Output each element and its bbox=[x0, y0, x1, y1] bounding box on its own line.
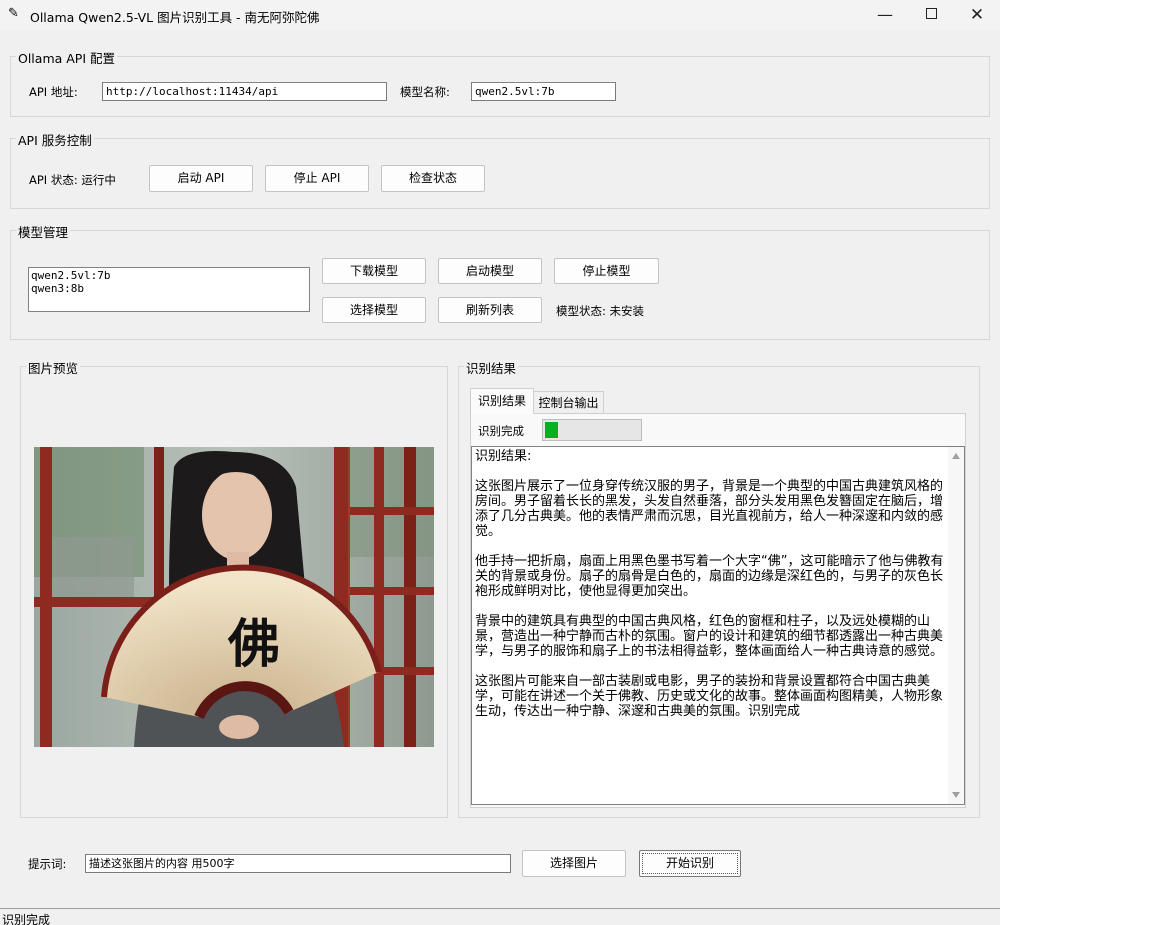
result-paragraph: 这张图片展示了一位身穿传统汉服的男子，背景是一个典型的中国古典建筑风格的房间。男… bbox=[475, 479, 944, 539]
result-text: 识别结果: 这张图片展示了一位身穿传统汉服的男子，背景是一个典型的中国古典建筑风… bbox=[475, 449, 945, 734]
start-api-button[interactable]: 启动 API bbox=[149, 165, 253, 192]
api-url-input[interactable]: http://localhost:11434/api bbox=[102, 82, 387, 101]
model-status-text: 模型状态: 未安装 bbox=[556, 304, 645, 318]
maximize-icon bbox=[925, 8, 937, 19]
model-name-input[interactable]: qwen2.5vl:7b bbox=[471, 82, 616, 101]
stop-api-button[interactable]: 停止 API bbox=[265, 165, 369, 192]
preview-title: 图片预览 bbox=[26, 358, 81, 377]
start-model-button[interactable]: 启动模型 bbox=[438, 258, 542, 284]
api-status-text: API 状态: 运行中 bbox=[29, 173, 116, 187]
preview-image: 佛 bbox=[34, 447, 434, 747]
model-title: 模型管理 bbox=[16, 222, 71, 241]
result-paragraph: 他手持一把折扇，扇面上用黑色墨书写着一个大字“佛”，这可能暗示了他与佛教有关的背… bbox=[475, 554, 944, 599]
service-title: API 服务控制 bbox=[16, 130, 94, 149]
result-heading: 识别结果: bbox=[475, 449, 532, 464]
check-status-button[interactable]: 检查状态 bbox=[381, 165, 485, 192]
tab-result[interactable]: 识别结果 bbox=[470, 388, 534, 414]
progress-label: 识别完成 bbox=[478, 424, 524, 438]
result-textarea[interactable]: 识别结果: 这张图片展示了一位身穿传统汉服的男子，背景是一个典型的中国古典建筑风… bbox=[471, 446, 965, 805]
model-name-label: 模型名称: bbox=[400, 85, 450, 99]
select-model-button[interactable]: 选择模型 bbox=[322, 297, 426, 323]
fan-calligraphy: 佛 bbox=[227, 614, 280, 675]
feather-icon: ✎ bbox=[8, 6, 19, 21]
window-title: Ollama Qwen2.5-VL 图片识别工具 - 南无阿弥陀佛 bbox=[30, 10, 320, 25]
refresh-list-button[interactable]: 刷新列表 bbox=[438, 297, 542, 323]
model-list-item[interactable]: qwen3:8b bbox=[31, 282, 307, 295]
progress-fill bbox=[545, 422, 558, 438]
scroll-down-icon[interactable] bbox=[952, 792, 960, 798]
result-paragraph: 这张图片可能来自一部古装剧或电影，男子的装扮和背景设置都符合中国古典美学，可能在… bbox=[475, 674, 944, 719]
maximize-button[interactable] bbox=[908, 0, 954, 30]
app-window: ✎ Ollama Qwen2.5-VL 图片识别工具 - 南无阿弥陀佛 — ✕ … bbox=[0, 0, 1000, 925]
select-image-button[interactable]: 选择图片 bbox=[522, 850, 626, 877]
prompt-label: 提示词: bbox=[28, 857, 67, 871]
minimize-button[interactable]: — bbox=[862, 0, 908, 30]
status-bar: 识别完成 bbox=[0, 908, 1000, 925]
api-url-label: API 地址: bbox=[29, 85, 78, 99]
close-button[interactable]: ✕ bbox=[954, 0, 1000, 30]
api-config-title: Ollama API 配置 bbox=[16, 48, 118, 67]
title-bar: ✎ Ollama Qwen2.5-VL 图片识别工具 - 南无阿弥陀佛 — ✕ bbox=[0, 0, 1000, 30]
result-title: 识别结果 bbox=[464, 358, 519, 377]
download-model-button[interactable]: 下载模型 bbox=[322, 258, 426, 284]
prompt-input[interactable]: 描述这张图片的内容 用500字 bbox=[85, 854, 511, 873]
stop-model-button[interactable]: 停止模型 bbox=[554, 258, 659, 284]
result-paragraph: 背景中的建筑具有典型的中国古典风格，红色的窗框和柱子，以及远处模糊的山景，营造出… bbox=[475, 614, 944, 659]
progress-bar bbox=[542, 419, 642, 441]
scroll-up-icon[interactable] bbox=[952, 453, 960, 459]
tab-console[interactable]: 控制台输出 bbox=[533, 391, 604, 414]
start-recognition-button[interactable]: 开始识别 bbox=[639, 850, 741, 877]
status-text: 识别完成 bbox=[2, 913, 51, 925]
model-listbox[interactable]: qwen2.5vl:7b qwen3:8b bbox=[28, 267, 310, 312]
result-scrollbar[interactable] bbox=[948, 447, 964, 804]
model-list-item[interactable]: qwen2.5vl:7b bbox=[31, 269, 307, 282]
